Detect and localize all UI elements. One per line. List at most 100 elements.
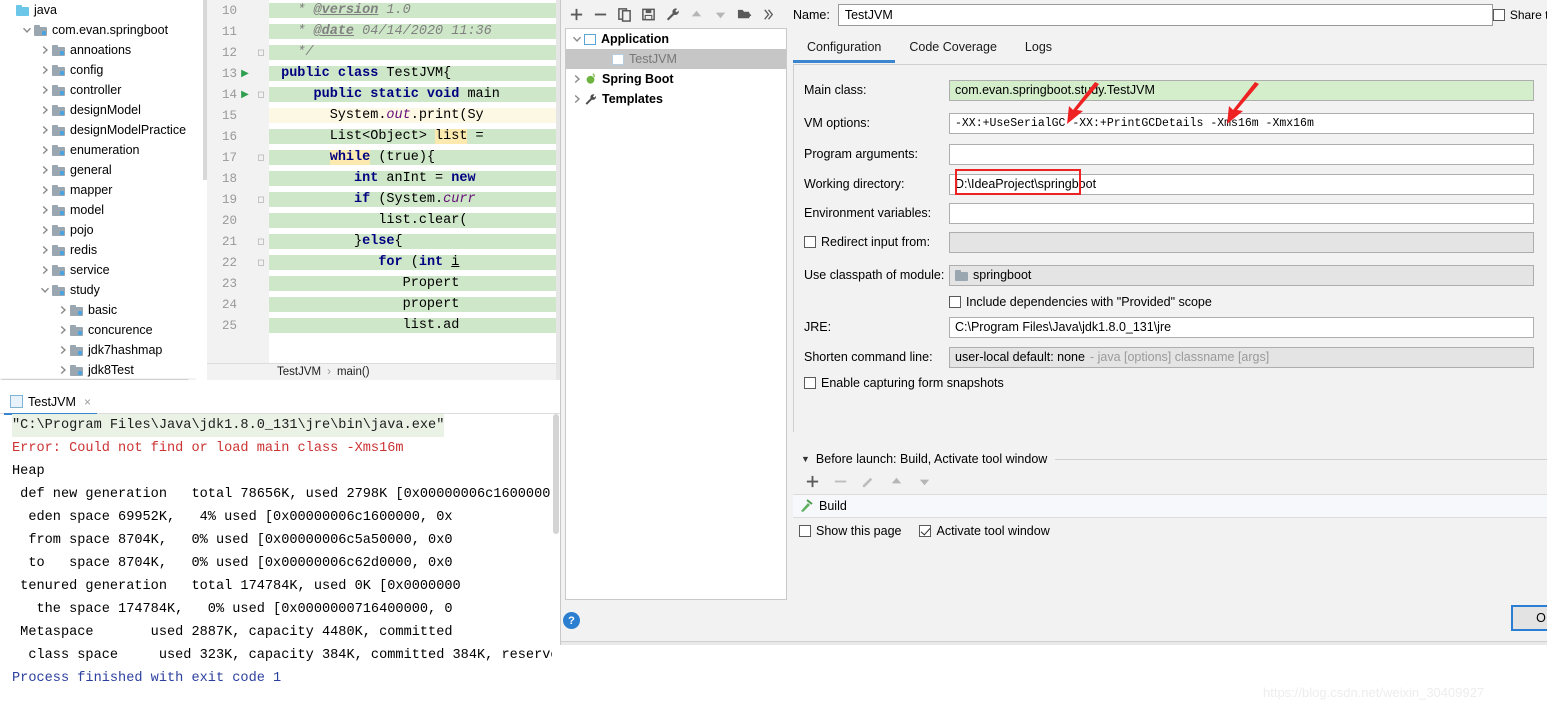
twisty-icon[interactable] [38,280,52,300]
show-this-page-checkbox[interactable] [799,525,811,537]
chevron-down-icon[interactable]: ▼ [801,454,810,464]
activate-tool-window-checkbox[interactable] [919,525,932,537]
share-checkbox-row[interactable]: Share th [1492,8,1547,22]
fold-icon[interactable]: ◻ [253,153,269,163]
jre-input[interactable]: C:\Program Files\Java\jdk1.8.0_131\jre [949,316,1534,338]
tree-item-redis[interactable]: redis [0,240,207,260]
tree-item-pojo[interactable]: pojo [0,220,207,240]
activate-tool-window-option[interactable]: Activate tool window [919,524,1050,538]
redirect-input-checkbox[interactable] [804,236,816,248]
fold-icon[interactable]: ◻ [253,48,269,58]
create-folder-button[interactable] [733,4,755,26]
tree-item-config[interactable]: config [0,60,207,80]
redirect-input-label-group[interactable]: Redirect input from: [804,235,949,249]
run-gutter-icon[interactable]: ▶ [237,68,253,80]
project-tree-horizontal-scrollbar[interactable] [0,378,196,380]
breadcrumb-class[interactable]: TestJVM [277,366,321,378]
fold-icon[interactable]: ◻ [253,90,269,100]
ok-button[interactable]: O [1511,605,1547,631]
include-provided-row[interactable]: Include dependencies with "Provided" sco… [949,291,1212,313]
config-tree-item-templates[interactable]: Templates [566,89,786,109]
fold-icon[interactable]: ◻ [253,237,269,247]
config-tree-item-spring-boot[interactable]: Spring Boot [566,69,786,89]
scrollbar-thumb[interactable] [553,414,559,534]
form-snapshots-row[interactable]: Enable capturing form snapshots [804,372,1004,394]
share-checkbox[interactable] [1492,9,1505,21]
tree-item-basic[interactable]: basic [0,300,207,320]
code-line-15[interactable]: 15 System.out.print(Sy [207,105,560,126]
twisty-icon[interactable] [38,240,52,260]
code-line-18[interactable]: 18 int anInt = new [207,168,560,189]
main-class-input[interactable]: com.evan.springboot.study.TestJVM [949,79,1534,101]
console-vertical-scrollbar[interactable] [552,414,560,712]
twisty-icon[interactable] [38,120,52,140]
before-remove-button[interactable] [829,470,851,492]
tree-item-concurence[interactable]: concurence [0,320,207,340]
environment-variables-input[interactable] [949,202,1534,224]
tab-testjvm[interactable]: TestJVM × [4,390,97,415]
code-line-23[interactable]: 23 Propert [207,273,560,294]
code-line-22[interactable]: 22 ◻ for (int i [207,252,560,273]
tab-code-coverage[interactable]: Code Coverage [895,36,1011,60]
tree-item-jdk8test[interactable]: jdk8Test [0,360,207,380]
include-provided-checkbox[interactable] [949,296,961,308]
code-line-10[interactable]: 10 * @version 1.0 [207,0,560,21]
twisty-icon[interactable] [56,340,70,360]
working-directory-input[interactable]: D:\IdeaProject\springboot [949,173,1534,195]
remove-configuration-button[interactable] [589,4,611,26]
before-launch-header[interactable]: ▼ Before launch: Build, Activate tool wi… [793,452,1547,466]
twisty-icon[interactable] [56,300,70,320]
show-this-page-option[interactable]: Show this page [799,524,901,538]
twisty-icon[interactable] [38,180,52,200]
config-tree-item-testjvm[interactable]: TestJVM [566,49,786,69]
redirect-input-field[interactable] [949,231,1534,253]
move-up-button[interactable] [685,4,707,26]
config-tree-item-application[interactable]: Application [566,29,786,49]
edit-defaults-button[interactable] [661,4,683,26]
scrollbar-thumb[interactable] [0,379,190,380]
program-arguments-input[interactable] [949,143,1534,165]
code-line-12[interactable]: 12 ◻ */ [207,42,560,63]
twisty-icon[interactable] [570,89,584,109]
twisty-icon[interactable] [38,200,52,220]
vm-options-input[interactable]: -XX:+UseSerialGC -XX:+PrintGCDetails -Xm… [949,112,1534,134]
move-down-button[interactable] [709,4,731,26]
twisty-icon[interactable] [570,29,584,49]
code-editor[interactable]: 10 * @version 1.0 11 * @date 04/14/2020 1… [207,0,560,380]
tree-item-model[interactable]: model [0,200,207,220]
fold-icon[interactable]: ◻ [253,258,269,268]
twisty-icon[interactable] [598,49,612,69]
twisty-icon[interactable] [56,360,70,380]
tree-item-study[interactable]: study [0,280,207,300]
before-launch-task-row[interactable]: Build [793,494,1547,518]
help-button[interactable]: ? [563,612,580,629]
code-line-20[interactable]: 20 list.clear( [207,210,560,231]
code-line-14[interactable]: 14 ▶ ◻ public static void main [207,84,560,105]
code-line-17[interactable]: 17 ◻ while (true){ [207,147,560,168]
code-line-13[interactable]: 13 ▶ public class TestJVM{ [207,63,560,84]
code-line-19[interactable]: 19 ◻ if (System.curr [207,189,560,210]
twisty-icon[interactable] [38,260,52,280]
before-move-up-button[interactable] [885,470,907,492]
twisty-icon[interactable] [38,80,52,100]
twisty-icon[interactable] [38,60,52,80]
code-line-16[interactable]: 16 List<Object> list = [207,126,560,147]
classpath-module-combo[interactable]: springboot [949,264,1534,286]
before-edit-button[interactable] [857,470,879,492]
configurations-tree[interactable]: Application TestJVM Spring Boot Templates [565,28,787,600]
code-line-11[interactable]: 11 * @date 04/14/2020 11:36 [207,21,560,42]
twisty-icon[interactable] [38,220,52,240]
code-line-21[interactable]: 21 ◻ }else{ [207,231,560,252]
tree-item-designmodel[interactable]: designModel [0,100,207,120]
twisty-icon[interactable] [570,69,584,89]
fold-icon[interactable]: ◻ [253,195,269,205]
console-output[interactable]: "C:\Program Files\Java\jdk1.8.0_131\jre\… [0,414,560,712]
twisty-icon[interactable] [56,320,70,340]
tree-item-jdk7hashmap[interactable]: jdk7hashmap [0,340,207,360]
close-icon[interactable]: × [84,395,91,409]
tree-root-java[interactable]: java [0,0,207,20]
before-add-button[interactable] [801,470,823,492]
form-snapshots-checkbox[interactable] [804,377,816,389]
tree-item-general[interactable]: general [0,160,207,180]
twisty-icon[interactable] [38,40,52,60]
